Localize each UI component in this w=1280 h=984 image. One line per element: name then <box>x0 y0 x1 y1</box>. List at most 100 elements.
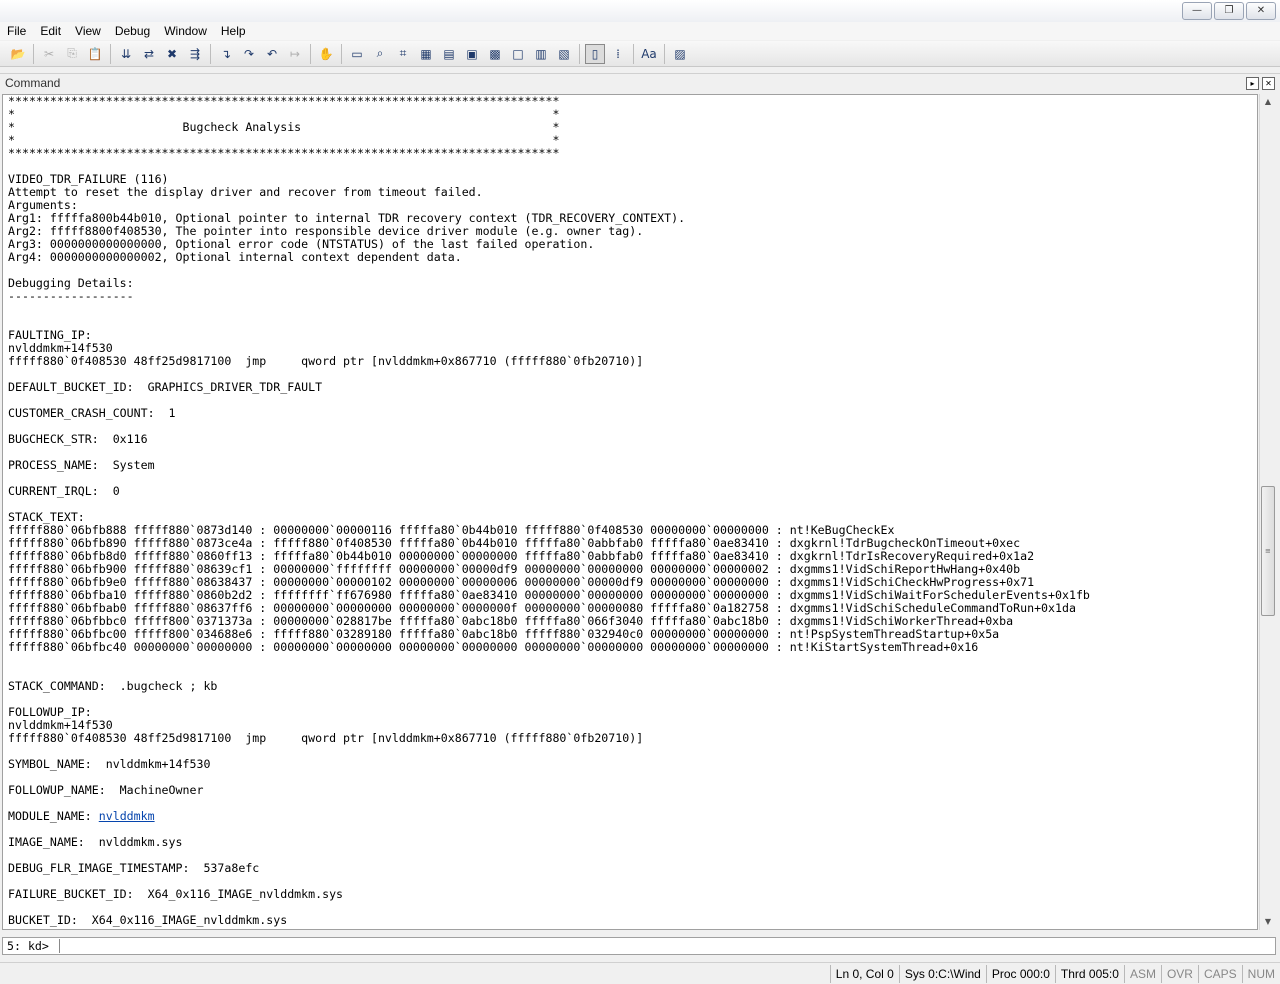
output-line: BUCKET_ID: X64_0x116_IMAGE_nvlddmkm.sys <box>8 913 288 927</box>
panel-close-icon[interactable]: ✕ <box>1262 77 1275 90</box>
output-line: DEBUG_FLR_IMAGE_TIMESTAMP: 537a8efc <box>8 861 260 875</box>
toolbar-separator <box>341 43 342 64</box>
memory-window-icon[interactable]: ▤ <box>439 44 459 64</box>
processes-threads-window-icon[interactable]: ▥ <box>531 44 551 64</box>
toolbar-separator <box>33 43 34 64</box>
module-name-label: MODULE_NAME: <box>8 809 99 823</box>
font-icon[interactable]: Aa <box>639 44 659 64</box>
restore-icon[interactable]: ❐ <box>1214 2 1244 20</box>
status-asm: ASM <box>1123 964 1161 983</box>
output-line: STACK_COMMAND: .bugcheck ; kb <box>8 679 218 693</box>
command-input[interactable] <box>59 939 1275 953</box>
cut-icon[interactable]: ✂ <box>39 44 59 64</box>
panel-title: Command <box>5 76 61 90</box>
copy-icon[interactable]: ⎘ <box>62 44 82 64</box>
title-bar: — ❐ ✕ <box>0 0 1280 22</box>
menu-help[interactable]: Help <box>214 22 253 40</box>
status-ovr: OVR <box>1160 964 1198 983</box>
output-line: CUSTOMER_CRASH_COUNT: 1 <box>8 406 176 420</box>
window-menu-icon[interactable]: ▸ <box>1246 77 1259 90</box>
status-position: Ln 0, Col 0 <box>829 964 899 983</box>
toolbar-separator <box>664 43 665 64</box>
break-icon[interactable]: ⇶ <box>185 44 205 64</box>
restart-icon[interactable]: ⇄ <box>139 44 159 64</box>
toolbar: 📂 ✂ ⎘ 📋 ⇊ ⇄ ✖ ⇶ ↴ ↷ ↶ ↦ ✋ ▭ ⌕ ⌗ ▦ ▤ ▣ ▩ □ ▥ ▧ ▯ ⁞ Aa ▨ <box>0 41 1280 67</box>
open-icon[interactable]: 📂 <box>8 44 28 64</box>
call-stack-window-icon[interactable]: ▣ <box>462 44 482 64</box>
output-line: BUGCHECK_STR: 0x116 <box>8 432 148 446</box>
insert-breakpoint-icon[interactable]: ✋ <box>316 44 336 64</box>
output-line: MODULE_NAME: nvlddmkm <box>3 810 1257 823</box>
output-line: FOLLOWUP_IP: <box>8 705 92 719</box>
command-window-icon[interactable]: ▭ <box>347 44 367 64</box>
menu-bar: File Edit View Debug Window Help <box>0 22 1280 40</box>
output-line: IMAGE_NAME: nvlddmkm.sys <box>8 835 183 849</box>
toolbar-separator <box>110 43 111 64</box>
output-line: CURRENT_IRQL: 0 <box>8 484 120 498</box>
scroll-up-icon[interactable]: ▲ <box>1260 94 1276 110</box>
step-over-icon[interactable]: ↷ <box>239 44 259 64</box>
module-name-link[interactable]: nvlddmkm <box>99 809 155 823</box>
status-bar: Ln 0, Col 0 Sys 0:C:\Wind Proc 000:0 Thr… <box>0 962 1280 984</box>
output-line: SYMBOL_NAME: nvlddmkm+14f530 <box>8 757 211 771</box>
scroll-down-icon[interactable]: ▼ <box>1260 914 1276 930</box>
menu-file[interactable]: File <box>0 22 33 40</box>
output-line: ****************************************… <box>8 146 560 160</box>
menu-debug[interactable]: Debug <box>108 22 157 40</box>
output-line: Debugging Details: <box>8 276 134 290</box>
output-line: FAULTING_IP: <box>8 328 92 342</box>
toolbar-separator <box>210 43 211 64</box>
output-line: Arg4: 0000000000000002, Optional interna… <box>8 250 462 264</box>
status-sys: Sys 0:C:\Wind <box>898 964 986 983</box>
scrollbar-thumb[interactable]: ≡ <box>1261 486 1275 616</box>
options-icon[interactable]: ▨ <box>670 44 690 64</box>
registers-window-icon[interactable]: ▦ <box>416 44 436 64</box>
status-num: NUM <box>1241 964 1280 983</box>
menu-edit[interactable]: Edit <box>33 22 68 40</box>
paste-icon[interactable]: 📋 <box>85 44 105 64</box>
toolbar-separator <box>579 43 580 64</box>
step-into-icon[interactable]: ↴ <box>216 44 236 64</box>
menu-window[interactable]: Window <box>157 22 214 40</box>
vertical-scrollbar[interactable]: ▲ ≡ ▼ <box>1259 94 1276 930</box>
watch-window-icon[interactable]: ⌕ <box>370 44 390 64</box>
window-controls: — ❐ ✕ <box>1182 2 1276 20</box>
command-prompt: 5: kd> <box>7 939 49 953</box>
menu-view[interactable]: View <box>68 22 108 40</box>
output-line: FAILURE_BUCKET_ID: X64_0x116_IMAGE_nvldd… <box>8 887 344 901</box>
command-browser-window-icon[interactable]: ▧ <box>554 44 574 64</box>
locals-window-icon[interactable]: ⌗ <box>393 44 413 64</box>
command-panel-header: Command ▸ ✕ <box>0 73 1280 92</box>
minimize-icon[interactable]: — <box>1182 2 1212 20</box>
binary-mode-icon[interactable]: ⁞ <box>608 44 628 64</box>
status-caps: CAPS <box>1197 964 1242 983</box>
source-mode-icon[interactable]: ▯ <box>585 43 605 64</box>
output-line: FOLLOWUP_NAME: MachineOwner <box>8 783 204 797</box>
command-output[interactable]: ****************************************… <box>2 94 1258 930</box>
output-line: Attempt to reset the display driver and … <box>8 185 483 199</box>
step-out-icon[interactable]: ↶ <box>262 44 282 64</box>
toolbar-separator <box>633 43 634 64</box>
close-icon[interactable]: ✕ <box>1246 2 1276 20</box>
output-line: DEFAULT_BUCKET_ID: GRAPHICS_DRIVER_TDR_F… <box>8 380 323 394</box>
output-line: fffff880`0f408530 48ff25d9817100 jmp qwo… <box>8 354 644 368</box>
toolbar-separator <box>310 43 311 64</box>
output-line: PROCESS_NAME: System <box>8 458 155 472</box>
run-to-cursor-icon[interactable]: ↦ <box>285 44 305 64</box>
output-line: fffff880`06bfbc40 00000000`00000000 : 00… <box>8 640 979 654</box>
disassembly-window-icon[interactable]: ▩ <box>485 44 505 64</box>
status-proc: Proc 000:0 <box>985 964 1055 983</box>
scratch-pad-window-icon[interactable]: □ <box>508 44 528 64</box>
stop-debugging-icon[interactable]: ✖ <box>162 44 182 64</box>
go-icon[interactable]: ⇊ <box>116 44 136 64</box>
